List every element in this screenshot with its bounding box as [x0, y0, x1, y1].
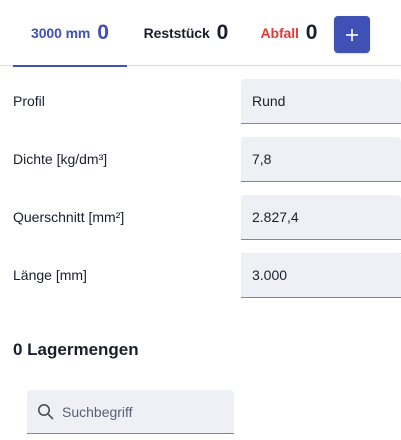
tab-count: 0	[305, 21, 318, 44]
tab-label: Abfall	[260, 25, 299, 41]
add-button[interactable]	[334, 16, 370, 53]
tab-label: 3000 mm	[31, 25, 91, 41]
querschnitt-field[interactable]: 2.827,4	[241, 195, 401, 240]
plus-icon	[346, 28, 358, 41]
tab-count: 0	[97, 21, 109, 44]
laenge-field[interactable]: 3.000	[241, 253, 401, 298]
form-row-profil: Profil Rund	[0, 72, 401, 130]
tab-label: Reststück	[143, 25, 210, 41]
profil-field[interactable]: Rund	[241, 79, 401, 124]
active-tab-indicator	[13, 65, 127, 67]
tab-count: 0	[216, 21, 229, 44]
dichte-field[interactable]: 7,8	[241, 137, 401, 182]
search-input[interactable]	[62, 403, 222, 420]
laenge-label: Länge [mm]	[13, 267, 87, 283]
tab-bar: 3000 mm 0 Reststück 0 Abfall 0	[0, 0, 401, 67]
lagermengen-heading: 0 Lagermengen	[13, 340, 139, 359]
tab-reststueck[interactable]: Reststück 0	[140, 0, 232, 66]
form-row-laenge: Länge [mm] 3.000	[0, 246, 401, 304]
querschnitt-label: Querschnitt [mm²]	[13, 209, 125, 225]
tab-3000-mm[interactable]: 3000 mm 0	[13, 0, 127, 67]
form-row-querschnitt: Querschnitt [mm²] 2.827,4	[0, 188, 401, 246]
form-row-dichte: Dichte [kg/dm³] 7,8	[0, 130, 401, 188]
tab-abfall[interactable]: Abfall 0	[257, 0, 321, 66]
search-box[interactable]	[27, 390, 234, 434]
search-icon	[38, 404, 54, 420]
dichte-label: Dichte [kg/dm³]	[13, 151, 108, 167]
profil-label: Profil	[13, 93, 45, 109]
